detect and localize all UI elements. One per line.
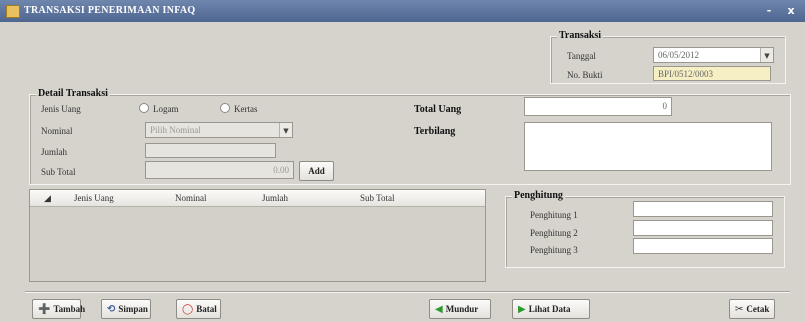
radio-logam[interactable] xyxy=(139,103,149,113)
batal-button[interactable]: ◯ Batal xyxy=(176,299,221,319)
nobukti-field: BPI/0512/0003 xyxy=(653,66,771,81)
column-header-jenis-uang[interactable]: Jenis Uang xyxy=(74,193,114,203)
radio-kertas-label: Kertas xyxy=(234,104,258,114)
subtotal-label: Sub Total xyxy=(41,167,76,177)
nobukti-value: BPI/0512/0003 xyxy=(658,69,714,79)
tanggal-label: Tanggal xyxy=(567,51,596,61)
table-header: ◢ Jenis Uang Nominal Jumlah Sub Total xyxy=(30,190,485,207)
penghitung-3-field[interactable] xyxy=(633,238,773,254)
add-icon: ➕ xyxy=(38,303,51,315)
cetak-label: Cetak xyxy=(746,304,770,314)
total-uang-label: Total Uang xyxy=(414,104,462,115)
tambah-label: Tambah xyxy=(53,304,86,314)
lihat-data-label: Lihat Data xyxy=(528,304,571,314)
penghitung-2-label: Penghitung 2 xyxy=(530,228,578,238)
jumlah-label: Jumlah xyxy=(41,147,67,157)
detail-table[interactable]: ◢ Jenis Uang Nominal Jumlah Sub Total xyxy=(29,189,486,282)
title-bar: TRANSAKSI PENERIMAAN INFAQ - x xyxy=(0,0,805,22)
radio-kertas[interactable] xyxy=(220,103,230,113)
save-icon: ⟲ xyxy=(107,303,116,315)
column-header-jumlah[interactable]: Jumlah xyxy=(262,193,288,203)
column-header-nominal[interactable]: Nominal xyxy=(175,193,207,203)
radio-logam-label: Logam xyxy=(153,104,179,114)
simpan-label: Simpan xyxy=(118,304,148,314)
subtotal-value: 0.00 xyxy=(273,165,289,175)
toolbar-divider xyxy=(25,292,790,293)
transaksi-window: TRANSAKSI PENERIMAAN INFAQ - x Transaksi… xyxy=(0,0,805,322)
nobukti-label: No. Bukti xyxy=(567,70,603,80)
mundur-button[interactable]: ◀ Mundur xyxy=(429,299,491,319)
nominal-combo[interactable]: Pilih Nominal ▼ xyxy=(145,122,293,138)
penghitung-1-label: Penghitung 1 xyxy=(530,210,578,220)
tambah-button[interactable]: ➕ Tambah xyxy=(32,299,85,319)
close-button[interactable]: x xyxy=(782,3,800,18)
penghitung-legend: Penghitung xyxy=(512,190,565,201)
lihat-data-button[interactable]: ▶ Lihat Data xyxy=(512,299,590,319)
minimize-button[interactable]: - xyxy=(760,3,778,18)
nominal-placeholder: Pilih Nominal xyxy=(150,125,201,135)
cetak-button[interactable]: ✂ Cetak xyxy=(729,299,775,319)
penghitung-3-label: Penghitung 3 xyxy=(530,245,578,255)
window-title: TRANSAKSI PENERIMAAN INFAQ xyxy=(24,5,196,16)
transaksi-legend: Transaksi xyxy=(557,30,604,41)
arrow-right-icon: ▶ xyxy=(518,303,526,315)
arrow-left-icon: ◀ xyxy=(435,303,443,315)
detail-legend: Detail Transaksi xyxy=(36,88,110,99)
sort-icon: ◢ xyxy=(44,193,51,203)
nominal-label: Nominal xyxy=(41,126,73,136)
penghitung-1-field[interactable] xyxy=(633,201,773,217)
jumlah-field[interactable] xyxy=(145,143,276,158)
tanggal-date-picker[interactable]: 06/05/2012 ▼ xyxy=(653,47,774,63)
subtotal-field: 0.00 xyxy=(145,161,294,179)
chevron-down-icon[interactable]: ▼ xyxy=(279,123,292,137)
terbilang-label: Terbilang xyxy=(414,126,456,137)
column-header-sub-total[interactable]: Sub Total xyxy=(360,193,394,203)
print-icon: ✂ xyxy=(735,303,744,315)
cancel-icon: ◯ xyxy=(182,303,194,315)
chevron-down-icon[interactable]: ▼ xyxy=(760,48,773,62)
jenis-uang-label: Jenis Uang xyxy=(41,104,81,114)
simpan-button[interactable]: ⟲ Simpan xyxy=(101,299,151,319)
add-button[interactable]: Add xyxy=(299,161,334,181)
mundur-label: Mundur xyxy=(445,304,479,314)
total-uang-value: 0 xyxy=(662,101,668,111)
total-uang-field: 0 xyxy=(524,97,672,116)
batal-label: Batal xyxy=(196,304,217,314)
penghitung-2-field[interactable] xyxy=(633,220,773,236)
add-button-label: Add xyxy=(308,166,325,176)
terbilang-textarea[interactable] xyxy=(524,122,772,171)
app-icon xyxy=(6,5,20,18)
tanggal-value: 06/05/2012 xyxy=(658,50,700,60)
